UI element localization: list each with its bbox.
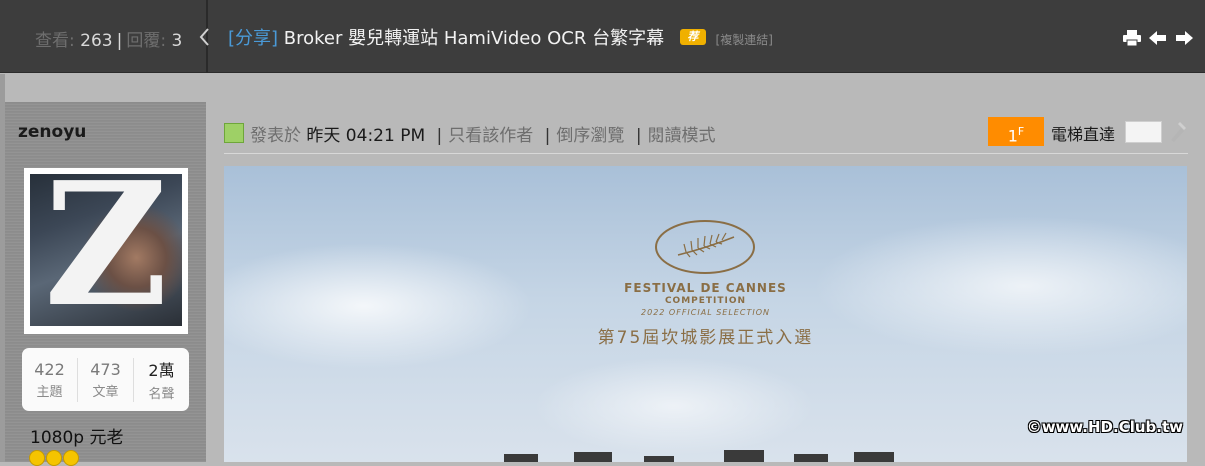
elevator-input[interactable] <box>1125 121 1162 143</box>
stats-separator: | <box>116 31 123 51</box>
reverse-order-link[interactable]: 倒序瀏覽 <box>556 126 624 146</box>
topbar-actions <box>1123 30 1193 47</box>
recommend-badge-icon: 荐 <box>679 29 706 45</box>
author-username[interactable]: zenoyu <box>18 122 86 142</box>
stat-posts-label: 文章 <box>92 384 119 400</box>
avatar-letter: Z <box>43 174 169 326</box>
floor-badge[interactable]: 1F <box>988 117 1044 146</box>
prev-thread-icon[interactable] <box>1149 30 1167 46</box>
rank-emoji-icons <box>29 450 79 466</box>
smiley-icon <box>63 450 79 466</box>
festival-chinese-caption: 第75屆坎城影展正式入選 <box>597 328 814 348</box>
thread-title: [分享] Broker 嬰兒轉運站 HamiVideo OCR 台繁字幕 荐 [… <box>228 24 773 50</box>
cannes-palm-logo <box>655 220 755 274</box>
replies-count: 3 <box>171 31 183 51</box>
floor-suffix: F <box>1017 125 1025 138</box>
poster-title-fragment <box>504 450 894 462</box>
stat-topics-value: 422 <box>34 359 65 379</box>
thread-topbar: 查看: 263 | 回覆: 3 [分享] Broker 嬰兒轉運站 HamiVide… <box>0 0 1205 73</box>
chevron-left-icon <box>199 28 209 46</box>
elevator-label: 電梯直達 <box>1051 125 1116 144</box>
watermark: ©www.HD.Club.tw <box>1026 418 1183 436</box>
author-sidebar: zenoyu Z 422 主題 473 文章 2萬 名聲 1080p 元老 <box>5 102 206 466</box>
only-author-link[interactable]: 只看該作者 <box>448 126 533 146</box>
views-label: 查看: <box>35 31 75 51</box>
thread-title-text: Broker 嬰兒轉運站 HamiVideo OCR 台繁字幕 <box>283 28 665 49</box>
festival-competition: COMPETITION <box>664 296 747 306</box>
smiley-icon <box>46 450 62 466</box>
stat-reputation-label: 名聲 <box>148 387 175 402</box>
stat-topics[interactable]: 422 主題 <box>22 357 78 402</box>
posted-time: 昨天 04:21 PM <box>306 126 426 146</box>
post-meta: 發表於 昨天 04:21 PM | 只看該作者 | 倒序瀏覽 | 閱讀模式 <box>250 121 716 146</box>
print-icon[interactable] <box>1123 30 1141 47</box>
views-count: 263 <box>80 31 113 51</box>
festival-selection: 2022 OFFICIAL SELECTION <box>641 308 770 317</box>
avatar[interactable]: Z <box>24 168 188 334</box>
stat-reputation[interactable]: 2萬 名聲 <box>134 358 189 402</box>
meta-separator: | <box>436 126 443 146</box>
meta-separator: | <box>635 126 642 146</box>
stat-topics-label: 主題 <box>36 384 63 400</box>
author-stats: 422 主題 473 文章 2萬 名聲 <box>22 348 189 411</box>
post-header: 發表於 昨天 04:21 PM | 只看該作者 | 倒序瀏覽 | 閱讀模式 1F 電梯… <box>224 117 1188 154</box>
stat-reputation-value: 2萬 <box>148 361 175 380</box>
replies-label: 回覆: <box>126 31 167 51</box>
meta-separator: | <box>544 126 551 146</box>
copy-link[interactable]: [複製連結] <box>716 33 773 47</box>
elevator-go-icon[interactable] <box>1168 120 1188 142</box>
header-strip <box>5 74 1205 102</box>
thread-category-link[interactable]: [分享] <box>228 28 278 49</box>
festival-name: FESTIVAL DE CANNES <box>624 281 787 295</box>
read-mode-link[interactable]: 閱讀模式 <box>648 126 716 146</box>
stat-posts-value: 473 <box>90 359 121 379</box>
thread-stats: 查看: 263 | 回覆: 3 <box>35 26 182 51</box>
avatar-image: Z <box>30 174 182 326</box>
online-user-icon <box>224 123 244 143</box>
floor-number: 1 <box>1007 126 1018 146</box>
stat-posts[interactable]: 473 文章 <box>78 357 134 402</box>
post-image: FESTIVAL DE CANNES COMPETITION 2022 OFFI… <box>224 166 1187 462</box>
next-thread-icon[interactable] <box>1175 30 1193 46</box>
posted-label: 發表於 <box>250 126 301 146</box>
author-rank: 1080p 元老 <box>30 428 124 448</box>
smiley-icon <box>29 450 45 466</box>
